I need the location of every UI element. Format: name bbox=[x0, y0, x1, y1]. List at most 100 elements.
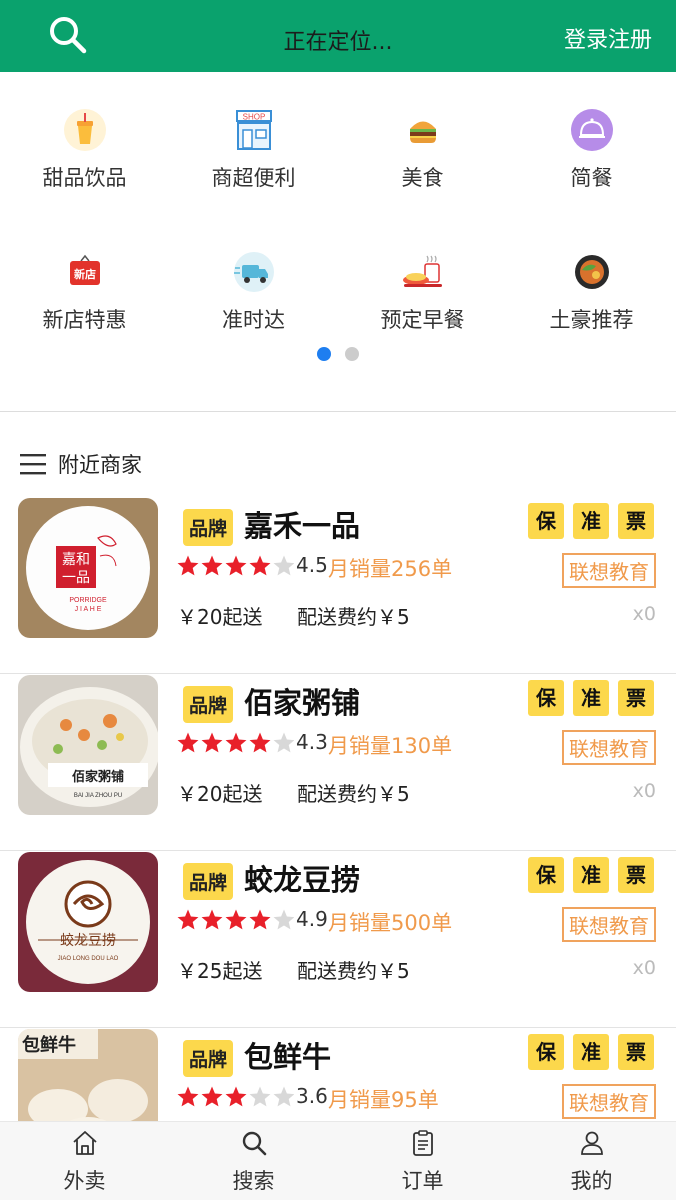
star-rating bbox=[177, 909, 294, 930]
category-label: 准时达 bbox=[222, 308, 285, 332]
shop-card[interactable]: 佰家粥铺 BAI JIA ZHOU PU 品牌 佰家粥铺 4.3 月销量130单… bbox=[0, 674, 676, 851]
category-new-store[interactable]: 新店 新店特惠 bbox=[0, 250, 169, 334]
tag-on-time: 准 bbox=[573, 680, 609, 716]
star-empty-icon bbox=[273, 732, 294, 753]
nav-label: 外卖 bbox=[63, 1169, 106, 1193]
category-dessert-drinks[interactable]: 甜品饮品 bbox=[0, 108, 169, 192]
brand-badge: 品牌 bbox=[183, 1040, 234, 1077]
rating-value: 4.9 bbox=[296, 907, 328, 931]
tag-guarantee: 保 bbox=[528, 1034, 564, 1070]
new-store-icon: 新店 bbox=[69, 254, 100, 285]
dish-icon bbox=[574, 255, 609, 289]
min-order: ￥25起送 bbox=[177, 959, 263, 983]
home-icon bbox=[72, 1131, 97, 1155]
shop-icon: SHOP bbox=[235, 110, 272, 150]
category-supermarket[interactable]: SHOP 商超便利 bbox=[169, 108, 338, 192]
user-icon bbox=[580, 1131, 603, 1155]
login-register-link[interactable]: 登录注册 bbox=[564, 22, 652, 54]
delivery-truck-icon bbox=[233, 252, 274, 292]
category-label: 甜品饮品 bbox=[42, 166, 127, 190]
section-title: 附近商家 bbox=[58, 453, 142, 477]
category-light-meal[interactable]: 简餐 bbox=[507, 108, 676, 192]
shop-name: 嘉禾一品 bbox=[244, 509, 361, 543]
star-filled-icon bbox=[177, 732, 199, 753]
monthly-sales: 月销量130单 bbox=[328, 734, 453, 758]
svg-text:蛟龙豆捞: 蛟龙豆捞 bbox=[60, 933, 116, 949]
category-grid: 甜品饮品 SHOP 商超便利 美食 简餐 新店 新店特惠 准时达 预定早餐 土豪… bbox=[0, 72, 676, 412]
star-empty-icon bbox=[273, 555, 294, 576]
list-icon bbox=[20, 454, 46, 475]
promo-label: 联想教育 bbox=[562, 553, 656, 588]
star-rating bbox=[177, 732, 294, 753]
rating-value: 3.6 bbox=[296, 1084, 328, 1108]
cart-count: x0 bbox=[632, 780, 656, 802]
tag-on-time: 准 bbox=[573, 503, 609, 539]
burger-icon bbox=[409, 121, 436, 143]
star-filled-icon bbox=[201, 1086, 223, 1107]
star-empty-icon bbox=[273, 909, 294, 930]
svg-text:PORRIDGE: PORRIDGE bbox=[69, 597, 107, 604]
category-food[interactable]: 美食 bbox=[338, 108, 507, 192]
shop-card[interactable]: 蛟龙豆捞 JIAO LONG DOU LAO 品牌 蛟龙豆捞 4.9 月销量50… bbox=[0, 851, 676, 1028]
tag-guarantee: 保 bbox=[528, 857, 564, 893]
tag-invoice: 票 bbox=[618, 857, 654, 893]
cloche-icon bbox=[570, 109, 613, 151]
star-filled-icon bbox=[249, 732, 271, 753]
brand-badge: 品牌 bbox=[183, 863, 234, 900]
shop-name: 佰家粥铺 bbox=[244, 686, 361, 720]
category-tycoon-pick[interactable]: 土豪推荐 bbox=[507, 250, 676, 334]
star-rating bbox=[177, 555, 294, 576]
page-dot-active[interactable] bbox=[317, 347, 331, 361]
breakfast-icon bbox=[402, 255, 442, 287]
category-breakfast[interactable]: 预定早餐 bbox=[338, 250, 507, 334]
top-bar: 正在定位... 登录注册 bbox=[0, 0, 676, 72]
nav-orders[interactable]: 订单 bbox=[338, 1122, 507, 1200]
svg-text:JIAO LONG DOU LAO: JIAO LONG DOU LAO bbox=[58, 956, 119, 962]
nav-search[interactable]: 搜索 bbox=[169, 1122, 338, 1200]
brand-badge: 品牌 bbox=[183, 686, 234, 723]
svg-text:SHOP: SHOP bbox=[242, 113, 265, 122]
promo-label: 联想教育 bbox=[562, 907, 656, 942]
shop-name: 包鲜牛 bbox=[244, 1040, 332, 1074]
star-filled-icon bbox=[201, 909, 223, 930]
page-dot[interactable] bbox=[345, 347, 359, 361]
star-filled-icon bbox=[225, 909, 247, 930]
nav-takeout[interactable]: 外卖 bbox=[0, 1122, 169, 1200]
star-filled-icon bbox=[177, 909, 199, 930]
tag-on-time: 准 bbox=[573, 857, 609, 893]
delivery-fee: 配送费约￥5 bbox=[297, 959, 410, 983]
monthly-sales: 月销量500单 bbox=[328, 911, 453, 935]
svg-text:嘉和: 嘉和 bbox=[62, 552, 90, 568]
app-root: 正在定位... 登录注册 甜品饮品 SHOP 商超便利 美食 简餐 新店 新店特… bbox=[0, 0, 676, 1200]
bottom-nav: 外卖 搜索 订单 我的 bbox=[0, 1121, 676, 1200]
divider bbox=[0, 411, 676, 412]
service-tags: 保 准 票 bbox=[528, 857, 654, 893]
tag-guarantee: 保 bbox=[528, 680, 564, 716]
shop-logo: 嘉和 一品 PORRIDGE J I A H E bbox=[18, 498, 158, 638]
shop-name: 蛟龙豆捞 bbox=[244, 863, 361, 897]
category-label: 美食 bbox=[401, 166, 444, 190]
tag-invoice: 票 bbox=[618, 680, 654, 716]
tag-invoice: 票 bbox=[618, 503, 654, 539]
star-filled-icon bbox=[201, 732, 223, 753]
category-label: 土豪推荐 bbox=[549, 308, 634, 332]
tag-on-time: 准 bbox=[573, 1034, 609, 1070]
nav-profile[interactable]: 我的 bbox=[507, 1122, 676, 1200]
star-filled-icon bbox=[177, 1086, 199, 1107]
section-header: 附近商家 bbox=[20, 448, 142, 480]
rating-value: 4.3 bbox=[296, 730, 328, 754]
star-empty-icon bbox=[273, 1086, 294, 1107]
delivery-fee: 配送费约￥5 bbox=[297, 782, 410, 806]
nav-label: 我的 bbox=[570, 1169, 613, 1193]
category-on-time[interactable]: 准时达 bbox=[169, 250, 338, 334]
service-tags: 保 准 票 bbox=[528, 1034, 654, 1070]
min-order: ￥20起送 bbox=[177, 782, 263, 806]
svg-text:新店: 新店 bbox=[74, 267, 96, 281]
monthly-sales: 月销量95单 bbox=[328, 1088, 439, 1112]
clipboard-icon bbox=[412, 1130, 433, 1156]
shop-logo: 蛟龙豆捞 JIAO LONG DOU LAO bbox=[18, 852, 158, 992]
category-label: 预定早餐 bbox=[380, 308, 465, 332]
service-tags: 保 准 票 bbox=[528, 680, 654, 716]
monthly-sales: 月销量256单 bbox=[328, 557, 453, 581]
shop-card[interactable]: 嘉和 一品 PORRIDGE J I A H E 品牌 嘉禾一品 4.5 月销量… bbox=[0, 497, 676, 674]
